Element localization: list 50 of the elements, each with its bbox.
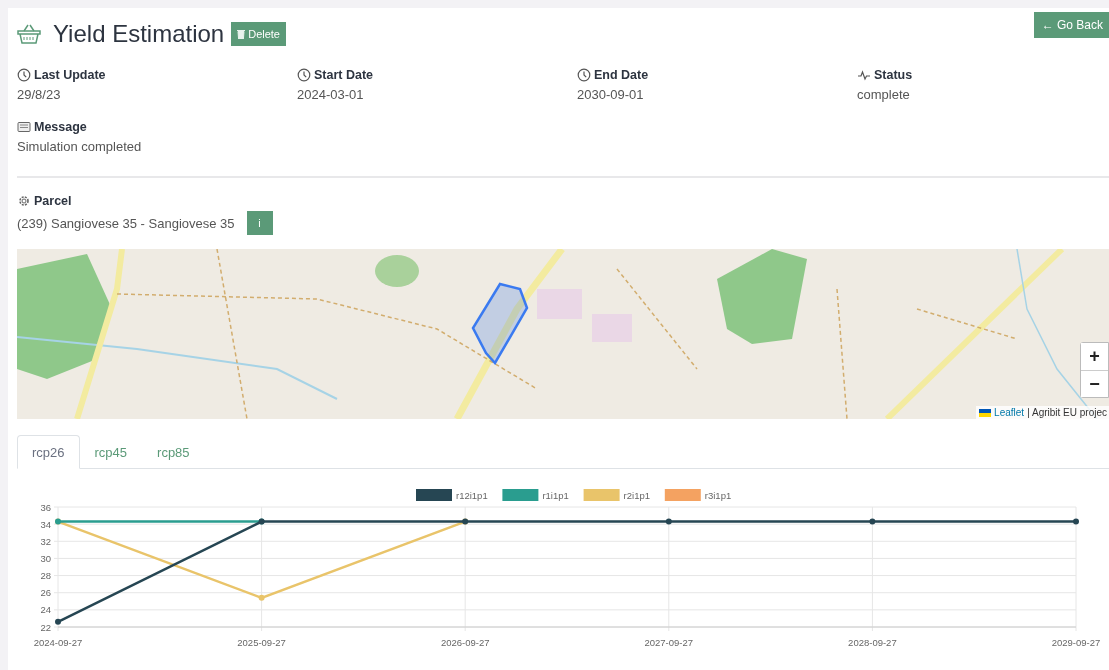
gear-icon <box>17 194 31 208</box>
y-tick-label: 28 <box>40 570 51 582</box>
clock-icon <box>17 68 31 82</box>
x-tick-label: 2024-09-27 <box>33 637 83 648</box>
x-tick-label: 2025-09-27 <box>237 637 286 648</box>
y-tick-label: 30 <box>40 552 51 564</box>
trash-icon <box>237 29 246 39</box>
back-button[interactable]: ← Go Back <box>1033 12 1109 38</box>
clock-icon <box>297 68 311 82</box>
tab[interactable]: rcp45 <box>79 435 143 469</box>
legend-label: r1i1p1 <box>542 489 569 501</box>
parcel-outline[interactable] <box>471 282 529 365</box>
x-tick-label: 2029-09-27 <box>1051 637 1101 648</box>
legend-label: r12i1p1 <box>456 489 488 501</box>
tab[interactable]: rcp85 <box>142 435 205 469</box>
field-label: Start Date <box>314 68 374 82</box>
attribution-text: | Agribit EU projec <box>1027 407 1107 418</box>
field-value: (239) Sangiovese 35 - Sangiovese 35 <box>17 215 235 231</box>
x-tick-label: 2028-09-27 <box>848 637 897 648</box>
field-label: Parcel <box>34 194 72 208</box>
field-value: Simulation completed <box>17 139 143 154</box>
y-tick-label: 36 <box>40 501 51 513</box>
field-label: Status <box>874 68 913 82</box>
field-value: complete <box>857 87 911 102</box>
pulse-icon <box>857 68 871 82</box>
field-label: End Date <box>594 68 649 82</box>
flag-icon <box>979 408 992 417</box>
page-title: Yield Estimation <box>53 20 225 48</box>
field-label: Message <box>34 120 87 134</box>
message-icon <box>17 120 31 134</box>
y-tick-label: 32 <box>40 535 51 547</box>
field-value: 29/8/23 <box>17 87 62 102</box>
field-value: 2030-09-01 <box>577 87 645 102</box>
legend-label: r3i1p1 <box>704 489 732 501</box>
delete-button[interactable]: Delete <box>231 22 286 46</box>
y-tick-label: 26 <box>40 587 51 599</box>
zoom-out-button[interactable]: − <box>1081 370 1108 397</box>
info-button[interactable]: i <box>246 211 273 235</box>
basket-icon <box>17 23 41 45</box>
legend-label: r2i1p1 <box>623 489 651 501</box>
y-tick-label: 34 <box>40 518 51 530</box>
leaflet-link[interactable]: Leaflet <box>994 407 1025 418</box>
clock-icon <box>577 68 591 82</box>
tab[interactable]: rcp26 <box>17 435 80 469</box>
field-value: 2024-03-01 <box>297 87 365 102</box>
y-tick-label: 24 <box>40 604 51 616</box>
y-tick-label: 22 <box>40 621 51 633</box>
x-tick-label: 2026-09-27 <box>440 637 490 648</box>
field-label: Last Update <box>34 68 106 82</box>
x-tick-label: 2027-09-27 <box>644 637 694 648</box>
